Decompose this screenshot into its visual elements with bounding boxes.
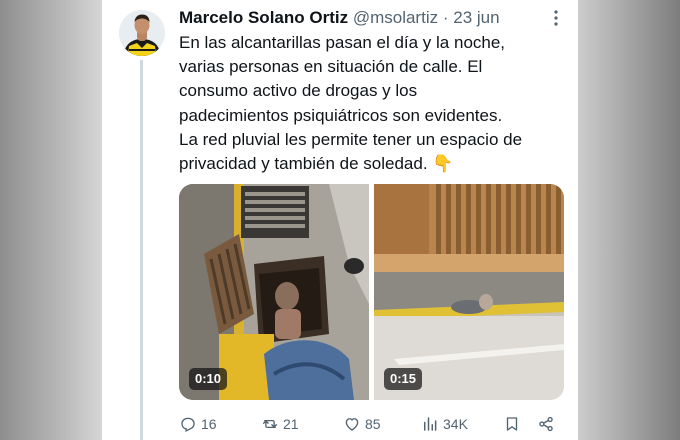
more-icon[interactable]	[546, 8, 566, 28]
reply-icon	[181, 417, 195, 432]
tweet-text-line: padecimientos psiquiátricos son evidente…	[179, 105, 503, 125]
tweet-date[interactable]: 23 jun	[453, 8, 499, 27]
tweet-text-line: privacidad y también de soledad. 👇	[179, 154, 454, 174]
like-count: 85	[365, 416, 381, 432]
tweet-text: En las alcantarillas pasan el día y la n…	[179, 31, 571, 176]
tweet-text-line: En las alcantarillas pasan el día y la n…	[179, 33, 506, 52]
reply-count: 16	[201, 416, 217, 432]
thread-line	[140, 60, 143, 440]
retweet-button[interactable]: 21	[261, 413, 299, 435]
tweet-text-line: varias personas en situación de calle. E…	[179, 57, 483, 77]
background-right	[578, 0, 680, 440]
separator-dot: ·	[442, 8, 449, 27]
tweet-header: Marcelo Solano Ortiz @msolartiz · 23 jun	[179, 8, 568, 30]
video-duration-1: 0:10	[189, 368, 228, 390]
media-grid: 0:10 0:15	[179, 184, 564, 400]
background-left	[0, 0, 102, 440]
avatar[interactable]	[119, 10, 165, 56]
share-icon	[539, 416, 553, 432]
share-button[interactable]	[537, 413, 555, 435]
video-thumbnail-2[interactable]: 0:15	[374, 184, 564, 400]
author-name[interactable]: Marcelo Solano Ortiz	[179, 8, 348, 27]
tweet-text-line: La red pluvial les permite tener un espa…	[179, 129, 523, 149]
retweet-count: 21	[283, 416, 299, 432]
reply-button[interactable]: 16	[179, 413, 217, 435]
video-thumbnail-1[interactable]: 0:10	[179, 184, 369, 400]
bookmark-icon	[506, 417, 518, 431]
video-duration-2: 0:15	[384, 368, 423, 390]
views-icon	[424, 417, 437, 431]
action-bar: 16 21 85 34K	[179, 413, 569, 435]
retweet-icon	[262, 419, 278, 429]
tweet-card[interactable]: Marcelo Solano Ortiz @msolartiz · 23 jun…	[102, 0, 578, 440]
like-button[interactable]: 85	[343, 413, 381, 435]
views-count: 34K	[443, 416, 468, 432]
tweet-text-line: consumo activo de drogas y los	[179, 81, 418, 101]
views-button[interactable]: 34K	[421, 413, 468, 435]
heart-icon	[345, 418, 359, 431]
bookmark-button[interactable]	[503, 413, 521, 435]
author-handle[interactable]: @msolartiz	[353, 8, 438, 27]
